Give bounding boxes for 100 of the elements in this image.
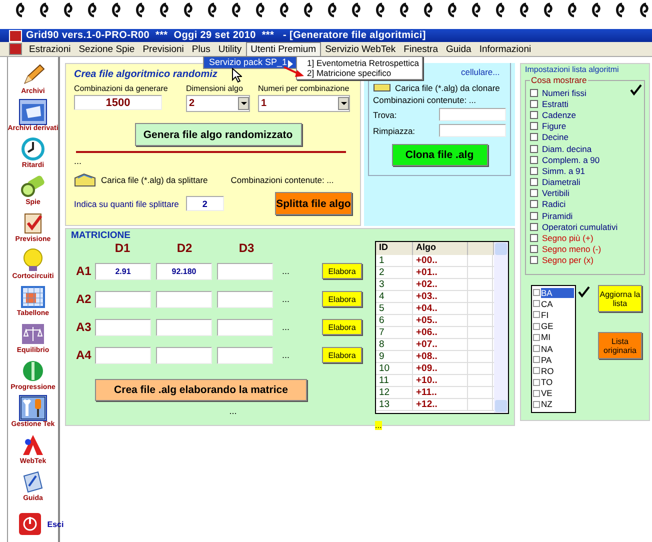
option-label[interactable]: Estratti (542, 98, 568, 109)
checkbox[interactable] (530, 200, 538, 208)
create-button[interactable]: Crea file .alg elaborando la matrice (95, 379, 307, 401)
checkbox[interactable] (530, 234, 538, 242)
city-item[interactable]: TO (541, 377, 574, 388)
city-item[interactable]: PA (541, 354, 574, 365)
menu-item[interactable]: Estrazioni (25, 42, 75, 56)
folder-icon[interactable] (19, 99, 47, 125)
sidebar-label[interactable]: Esci (47, 520, 64, 528)
menu-item[interactable]: Informazioni (475, 42, 536, 56)
option-label[interactable]: Operatori cumulativi (542, 222, 618, 232)
scales-icon[interactable] (19, 321, 47, 347)
menu-item[interactable]: Servizio WebTek (321, 42, 400, 56)
city-item[interactable]: CA (541, 298, 574, 309)
clone-button[interactable]: Clona file .alg (392, 144, 488, 166)
checkbox[interactable] (530, 256, 538, 264)
folder-icon[interactable] (373, 84, 391, 92)
city-item[interactable]: VE (541, 388, 574, 398)
checkbox[interactable] (530, 245, 538, 254)
tools-icon[interactable] (18, 395, 47, 421)
matrix-cell-field[interactable] (156, 346, 212, 364)
update-list-button[interactable]: Aggiorna la lista (598, 285, 642, 312)
checkbox[interactable] (530, 122, 538, 130)
calendar-icon[interactable] (19, 284, 47, 310)
process-button[interactable]: Elabora (322, 263, 362, 279)
menu-item[interactable]: Plus (188, 42, 214, 56)
split-count-field[interactable]: 2 (186, 196, 224, 211)
checkbox[interactable] (533, 334, 540, 341)
torch-icon[interactable] (19, 173, 47, 199)
option-label[interactable]: Complem. a 90 (542, 154, 600, 165)
checkbox[interactable] (530, 156, 538, 164)
column-header[interactable]: ID (376, 242, 413, 255)
scrollbar[interactable] (494, 242, 508, 413)
checkbox[interactable] (530, 88, 538, 97)
city-item[interactable]: MI (541, 332, 574, 342)
menu-item[interactable]: Sezione Spie (74, 42, 139, 56)
checkbox[interactable] (533, 300, 540, 308)
checkbox[interactable] (533, 356, 540, 364)
menu-item[interactable]: Servizio pack SP_1 (204, 57, 297, 68)
city-item[interactable]: RO (541, 366, 574, 376)
checkbox[interactable] (530, 133, 538, 142)
menu-item[interactable]: Guida (442, 42, 476, 56)
option-label[interactable]: Segno meno (-) (542, 244, 602, 254)
checkbox[interactable] (533, 311, 540, 318)
option-label[interactable]: Diametrali (542, 177, 580, 188)
checkbox[interactable] (533, 345, 540, 352)
option-label[interactable]: Segno più (+) (542, 233, 594, 244)
matrix-cell-field[interactable] (95, 346, 151, 364)
menu-item[interactable]: Finestra (400, 42, 442, 56)
checkbox[interactable] (533, 367, 540, 374)
city-item[interactable]: GE (541, 321, 574, 332)
process-button[interactable]: Elabora (322, 347, 362, 363)
checkbox[interactable] (530, 189, 538, 198)
matrix-cell-field[interactable] (156, 318, 212, 336)
city-item[interactable]: BA (541, 288, 574, 298)
matrix-cell-field[interactable] (217, 318, 273, 336)
checkbox[interactable] (530, 100, 538, 108)
process-button[interactable]: Elabora (322, 319, 362, 335)
menu-item[interactable]: 1] Eventometria Retrospettica (297, 58, 422, 68)
matrix-cell-field[interactable]: 92.180 (156, 262, 212, 280)
matrix-cell-field[interactable] (217, 262, 273, 280)
option-label[interactable]: Numeri fissi (542, 88, 586, 98)
city-item[interactable]: NA (541, 344, 574, 354)
replace-field[interactable] (439, 124, 506, 137)
option-label[interactable]: Cadenze (542, 110, 576, 120)
option-label[interactable]: Radici (542, 199, 566, 210)
checkbox[interactable] (530, 166, 538, 175)
find-field[interactable] (439, 108, 506, 121)
folder-icon[interactable] (74, 173, 96, 187)
generate-button[interactable]: Genera file algo randomizzato (134, 123, 302, 146)
menu-item[interactable]: Utility (214, 42, 246, 56)
matrix-cell-field[interactable] (217, 346, 273, 364)
matrix-cell-field[interactable] (95, 318, 151, 336)
menu-item[interactable]: Utenti Premium (246, 42, 322, 56)
dimension-dropdown[interactable]: 2 (186, 95, 250, 112)
process-button[interactable]: Elabora (322, 291, 362, 307)
column-header[interactable]: Algo (413, 242, 468, 255)
option-label[interactable]: Simm. a 91 (542, 166, 585, 176)
checkbox[interactable] (533, 400, 540, 408)
combinations-field[interactable]: 1500 (74, 95, 162, 110)
matrix-cell-field[interactable] (95, 290, 151, 308)
checkbox[interactable] (530, 144, 538, 153)
checkbox[interactable] (530, 222, 538, 231)
checkbox[interactable] (530, 178, 538, 186)
option-label[interactable]: Segno per (x) (542, 255, 594, 266)
checkbox[interactable] (530, 110, 538, 119)
option-label[interactable]: Decine (542, 132, 568, 142)
option-label[interactable]: Figure (542, 121, 566, 132)
checkbox[interactable] (533, 378, 540, 386)
numbers-dropdown[interactable]: 1 (258, 95, 350, 112)
split-button[interactable]: Splitta file algo (274, 192, 352, 215)
matrix-cell-field[interactable]: 2.91 (95, 262, 151, 280)
option-label[interactable]: Piramidi (542, 210, 573, 221)
option-label[interactable]: Diam. decina (542, 144, 592, 154)
checkbox[interactable] (533, 390, 540, 397)
original-list-button[interactable]: Lista originaria (598, 332, 642, 359)
clock-icon[interactable] (19, 136, 47, 162)
city-item[interactable]: FI (541, 310, 574, 320)
city-item[interactable]: NZ (541, 399, 574, 410)
checkbox[interactable] (530, 212, 538, 220)
